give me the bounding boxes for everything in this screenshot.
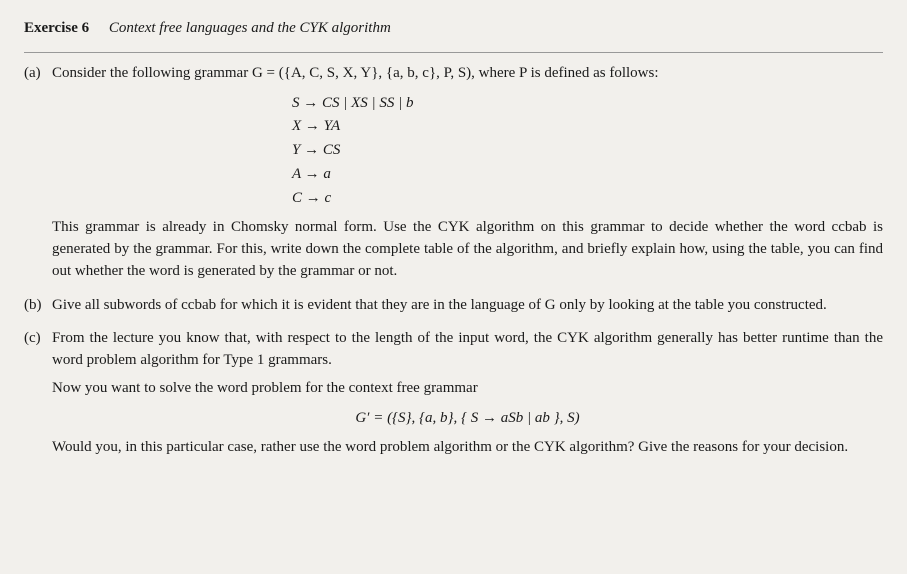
part-c-body1: From the lecture you know that, with res… bbox=[52, 328, 883, 372]
part-a: (a) Consider the following grammar G = (… bbox=[24, 63, 883, 289]
part-c: (c) From the lecture you know that, with… bbox=[24, 328, 883, 465]
part-b-label: (b) bbox=[24, 295, 52, 323]
divider bbox=[24, 52, 883, 53]
part-c-body3: Would you, in this particular case, rath… bbox=[52, 437, 883, 459]
part-a-intro: Consider the following grammar G = ({A, … bbox=[52, 63, 883, 85]
grammar-gprime: G′ = ({S}, {a, b}, { S → aSb | ab }, S) bbox=[52, 408, 883, 430]
exercise-title: Context free languages and the CYK algor… bbox=[109, 20, 391, 36]
part-b-body: Give all subwords of ccbab for which it … bbox=[52, 295, 883, 317]
exercise-label: Exercise 6 bbox=[24, 20, 89, 36]
grammar-line: Y → CS bbox=[292, 140, 883, 162]
part-a-body: This grammar is already in Chomsky norma… bbox=[52, 217, 883, 282]
part-c-label: (c) bbox=[24, 328, 52, 465]
part-a-label: (a) bbox=[24, 63, 52, 289]
grammar-line: A → a bbox=[292, 164, 883, 186]
grammar-productions: S → CS | XS | SS | b X → YA Y → CS A → a… bbox=[292, 93, 883, 210]
grammar-line: C → c bbox=[292, 188, 883, 210]
exercise-header: Exercise 6 Context free languages and th… bbox=[24, 18, 883, 40]
part-b: (b) Give all subwords of ccbab for which… bbox=[24, 295, 883, 323]
grammar-line: S → CS | XS | SS | b bbox=[292, 93, 883, 115]
grammar-line: X → YA bbox=[292, 116, 883, 138]
part-c-body2: Now you want to solve the word problem f… bbox=[52, 378, 883, 400]
